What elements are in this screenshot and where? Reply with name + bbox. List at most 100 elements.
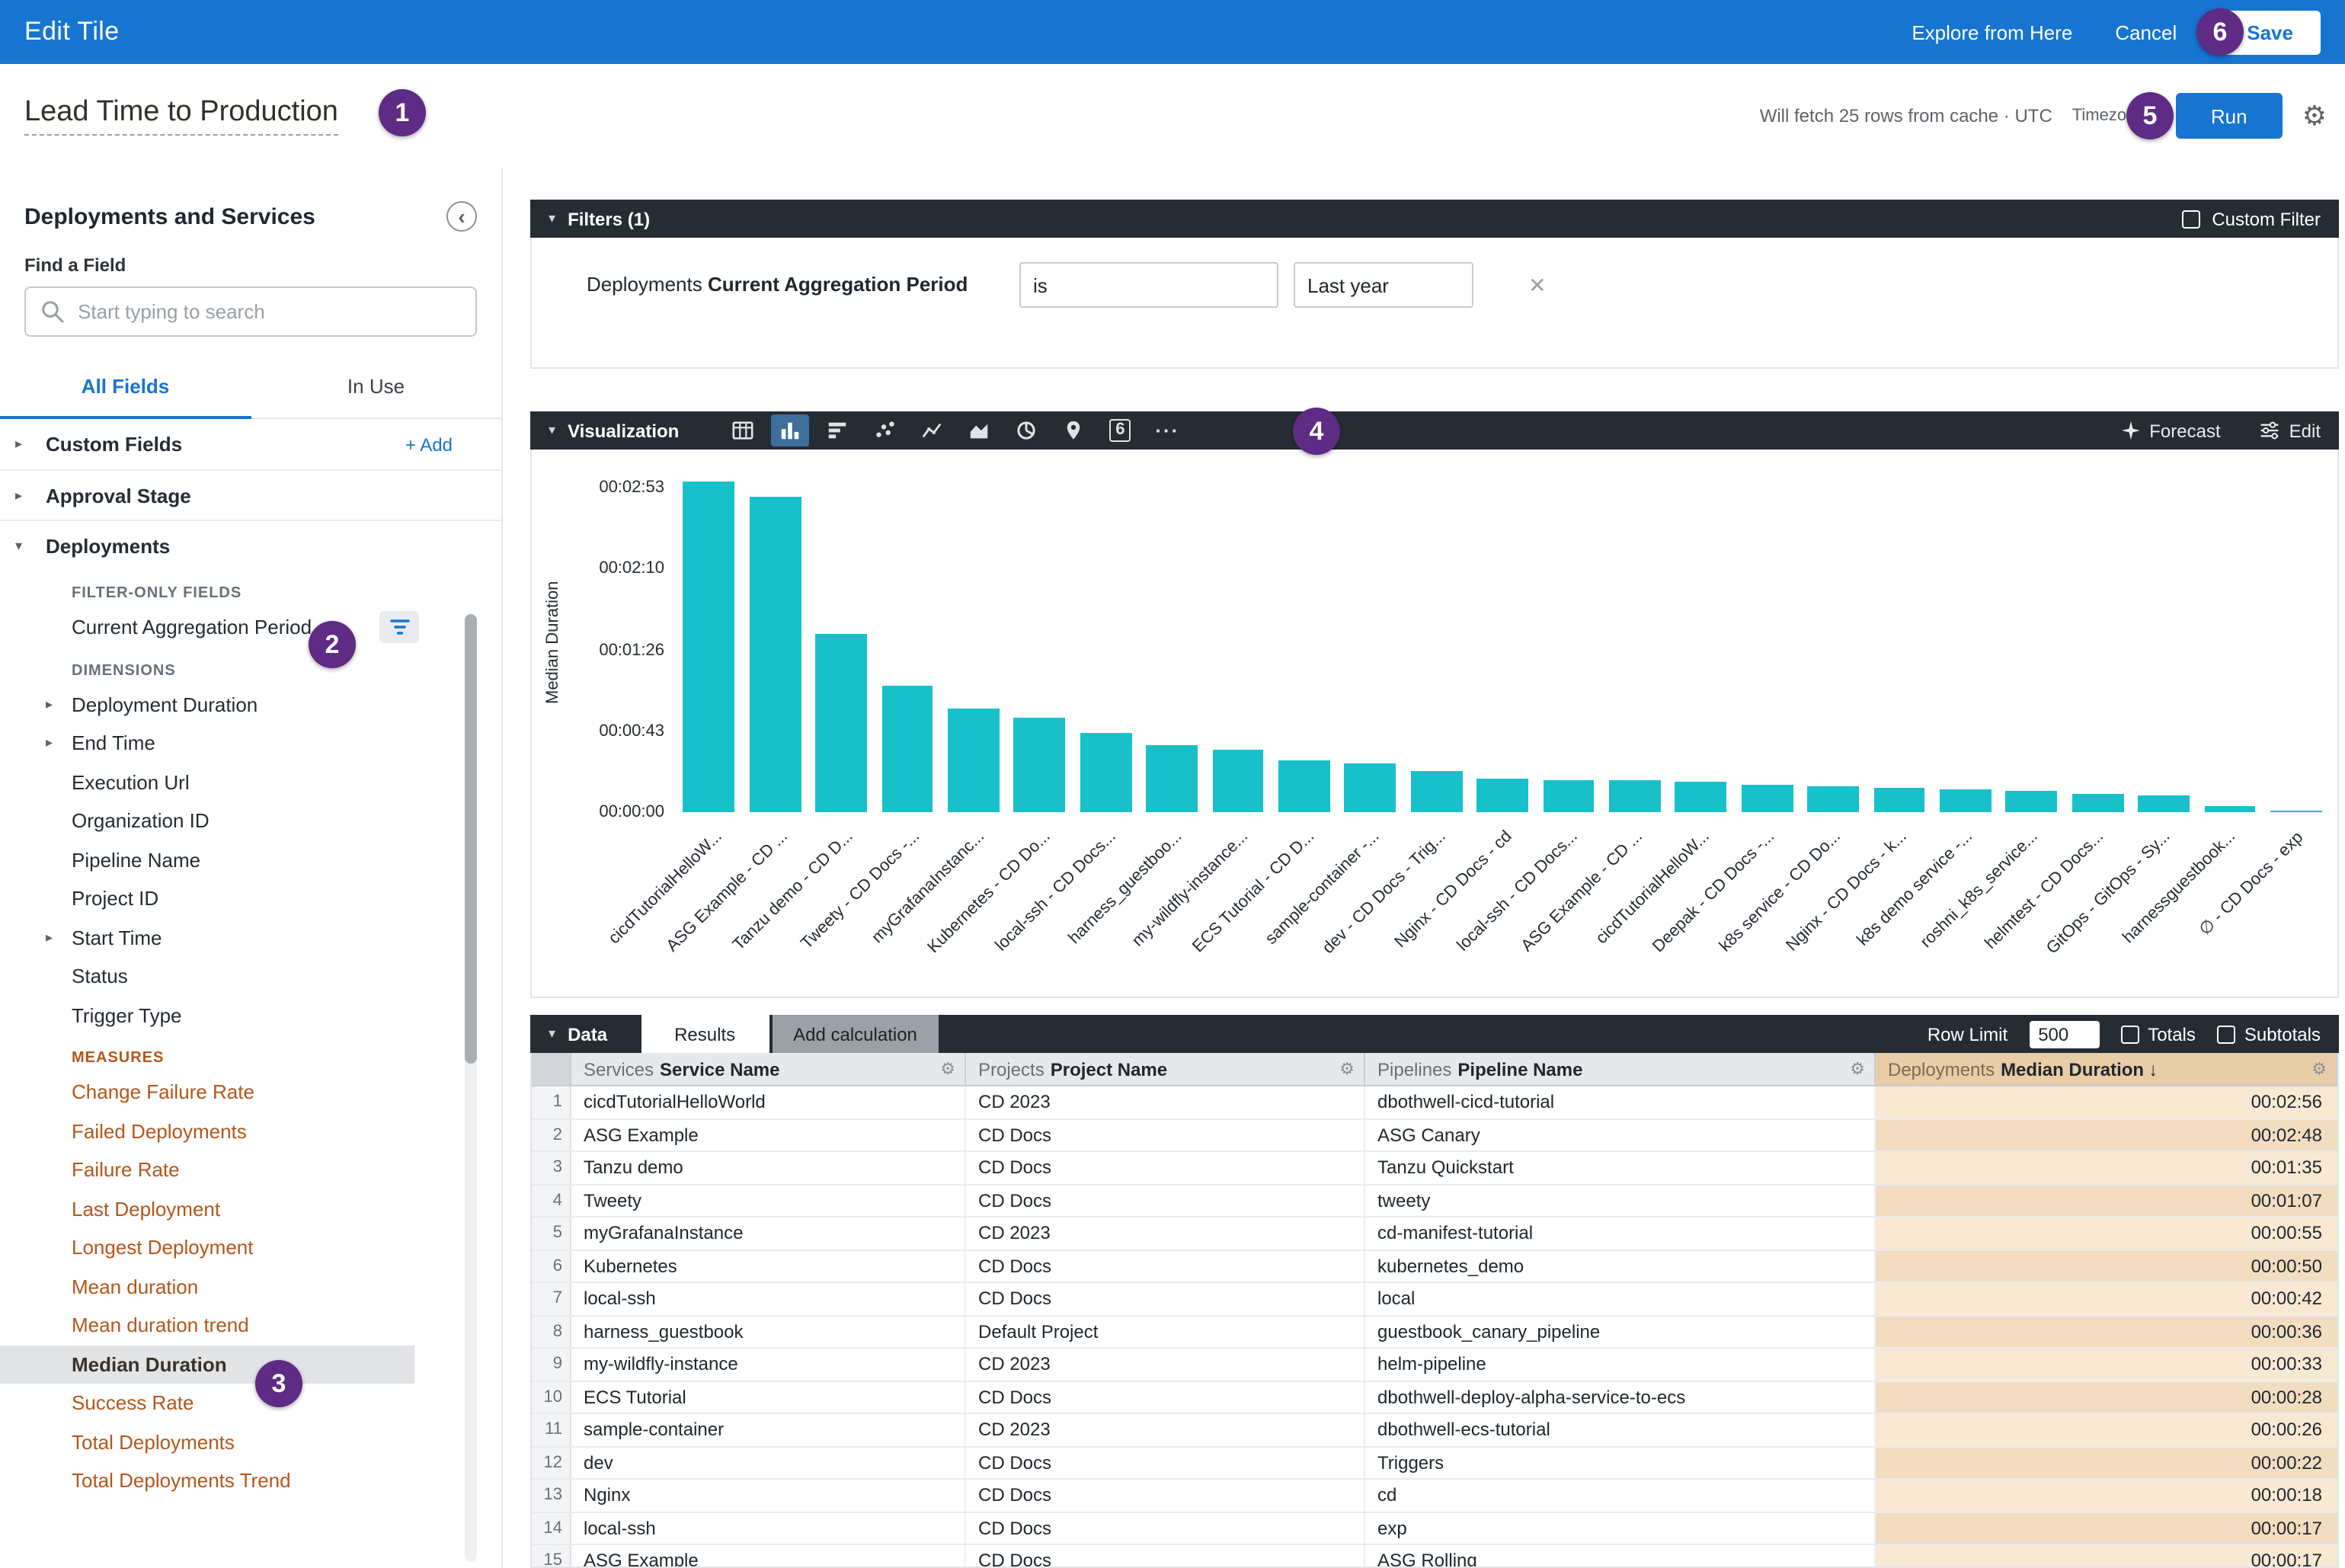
- chart-bar[interactable]: [1804, 472, 1863, 812]
- chart-bar[interactable]: [1143, 472, 1201, 812]
- chart-bar[interactable]: [1540, 472, 1598, 812]
- sidebar-field-measure[interactable]: Success Rate: [0, 1384, 501, 1422]
- sidebar-field-measure[interactable]: Total Deployments Trend: [0, 1461, 501, 1500]
- sidebar-field-measure[interactable]: Failed Deployments: [0, 1112, 501, 1150]
- viz-more-options-icon[interactable]: ···: [1148, 414, 1186, 446]
- column-gear-icon[interactable]: ⚙: [1330, 1059, 1355, 1079]
- sidebar-field-measure[interactable]: Longest Deployment: [0, 1228, 501, 1267]
- column-header-median-duration[interactable]: Deployments Median Duration ↓ ⚙: [1876, 1053, 2337, 1085]
- totals-checkbox[interactable]: [2120, 1025, 2139, 1043]
- table-row[interactable]: 4TweetyCD Docstweety00:01:07: [532, 1185, 2337, 1218]
- add-calculation-button[interactable]: Add calculation: [772, 1015, 939, 1053]
- sidebar-field-dimension[interactable]: Execution Url: [0, 763, 501, 802]
- sidebar-field-measure[interactable]: Change Failure Rate: [0, 1073, 501, 1112]
- table-row[interactable]: 14local-sshCD Docsexp00:00:17: [532, 1512, 2337, 1545]
- sidebar-field-dimension[interactable]: ▸End Time: [0, 724, 501, 763]
- table-row[interactable]: 13NginxCD Docscd00:00:18: [532, 1480, 2337, 1512]
- chart-bar[interactable]: [746, 472, 805, 812]
- chart-bar[interactable]: [944, 472, 1003, 812]
- chart-bar[interactable]: [2267, 472, 2326, 812]
- sidebar-field-measure[interactable]: Failure Rate: [0, 1150, 501, 1189]
- chart-bar[interactable]: [1605, 472, 1664, 812]
- chart-bar[interactable]: [1936, 472, 1995, 812]
- table-row[interactable]: 2ASG ExampleCD DocsASG Canary00:02:48: [532, 1119, 2337, 1152]
- sidebar-field-filter-only[interactable]: Current Aggregation Period: [0, 608, 501, 647]
- chart-bar[interactable]: [1738, 472, 1796, 812]
- forecast-button[interactable]: Forecast: [2120, 420, 2220, 441]
- chart-bar[interactable]: [1077, 472, 1135, 812]
- sidebar-field-measure[interactable]: Last Deployment: [0, 1189, 501, 1228]
- chart-bar[interactable]: [878, 472, 936, 812]
- group-deployments[interactable]: ▾ Deployments: [0, 520, 501, 570]
- settings-gear-icon[interactable]: ⚙: [2302, 102, 2327, 130]
- table-row[interactable]: 10ECS TutorialCD Docsdbothwell-deploy-al…: [532, 1381, 2337, 1414]
- table-row[interactable]: 8harness_guestbookDefault Projectguestbo…: [532, 1316, 2337, 1349]
- filter-value-input[interactable]: [1294, 262, 1473, 308]
- table-row[interactable]: 15ASG ExampleCD DocsASG Rolling00:00:17: [532, 1545, 2337, 1568]
- run-button[interactable]: Run: [2176, 93, 2283, 139]
- sidebar-field-dimension[interactable]: Project ID: [0, 879, 501, 918]
- chart-bar[interactable]: [2135, 472, 2193, 812]
- viz-map-icon[interactable]: [1054, 414, 1092, 446]
- column-header-pipeline-name[interactable]: Pipelines Pipeline Name ⚙: [1365, 1053, 1876, 1085]
- sidebar-scrollbar[interactable]: [465, 614, 477, 1562]
- caret-right-icon[interactable]: ▸: [46, 696, 72, 713]
- tab-all-fields[interactable]: All Fields: [0, 358, 251, 419]
- row-limit-input[interactable]: [2029, 1020, 2099, 1048]
- remove-filter-icon[interactable]: ✕: [1528, 262, 1546, 299]
- column-gear-icon[interactable]: ⚙: [931, 1059, 955, 1079]
- chart-bar[interactable]: [1275, 472, 1333, 812]
- table-row[interactable]: 3Tanzu demoCD DocsTanzu Quickstart00:01:…: [532, 1152, 2337, 1185]
- collapse-sidebar-icon[interactable]: ‹: [446, 201, 477, 232]
- chart-bar[interactable]: [1672, 472, 1730, 812]
- chart-bar[interactable]: [1407, 472, 1466, 812]
- cancel-button[interactable]: Cancel: [2115, 21, 2177, 43]
- field-search-input[interactable]: [24, 286, 477, 337]
- sidebar-field-measure[interactable]: Total Deployments: [0, 1422, 501, 1461]
- viz-line-chart-icon[interactable]: [912, 414, 950, 446]
- chart-bar[interactable]: [680, 472, 738, 812]
- filter-operator-select[interactable]: is: [1019, 262, 1278, 308]
- chart-bar[interactable]: [1010, 472, 1069, 812]
- tile-title-editable[interactable]: Lead Time to Production: [24, 96, 338, 136]
- sidebar-field-measure-selected[interactable]: Median Duration: [0, 1345, 414, 1384]
- chart-bar[interactable]: [2068, 472, 2127, 812]
- tab-results[interactable]: Results: [641, 1015, 769, 1053]
- subtotals-checkbox[interactable]: [2217, 1025, 2235, 1043]
- viz-area-chart-icon[interactable]: [959, 414, 997, 446]
- tab-in-use[interactable]: In Use: [251, 358, 501, 418]
- table-row[interactable]: 12devCD DocsTriggers00:00:22: [532, 1447, 2337, 1480]
- viz-pie-chart-icon[interactable]: [1006, 414, 1045, 446]
- viz-column-chart-icon[interactable]: [770, 414, 808, 446]
- viz-bar-chart-icon[interactable]: [817, 414, 856, 446]
- add-custom-field-button[interactable]: + Add: [405, 434, 486, 455]
- group-approval-stage[interactable]: ▸ Approval Stage: [0, 469, 501, 520]
- sidebar-field-measure[interactable]: Mean duration: [0, 1267, 501, 1306]
- chart-bar[interactable]: [1341, 472, 1400, 812]
- column-gear-icon[interactable]: ⚙: [1841, 1059, 1865, 1079]
- table-row[interactable]: 5myGrafanaInstanceCD 2023cd-manifest-tut…: [532, 1218, 2337, 1250]
- viz-scatter-icon[interactable]: [865, 414, 903, 446]
- viz-single-value-icon[interactable]: 6: [1101, 414, 1139, 446]
- column-header-service-name[interactable]: Services Service Name ⚙: [571, 1053, 966, 1085]
- caret-right-icon[interactable]: ▸: [46, 735, 72, 752]
- sidebar-field-dimension[interactable]: ▸Start Time: [0, 918, 501, 957]
- chart-bar[interactable]: [1473, 472, 1532, 812]
- filters-section-bar[interactable]: ▾ Filters (1) Custom Filter: [530, 200, 2339, 238]
- sidebar-field-dimension[interactable]: Organization ID: [0, 802, 501, 840]
- table-row[interactable]: 9my-wildfly-instanceCD 2023helm-pipeline…: [532, 1349, 2337, 1381]
- table-row[interactable]: 11sample-containerCD 2023dbothwell-ecs-t…: [532, 1414, 2337, 1447]
- chart-bar[interactable]: [1870, 472, 1929, 812]
- filter-by-field-button[interactable]: [379, 611, 419, 643]
- sidebar-field-dimension[interactable]: Status: [0, 957, 501, 996]
- edit-viz-button[interactable]: Edit: [2260, 420, 2321, 441]
- table-row[interactable]: 1cicdTutorialHelloWorldCD 2023dbothwell-…: [532, 1086, 2337, 1119]
- table-row[interactable]: 6KubernetesCD Docskubernetes_demo00:00:5…: [532, 1250, 2337, 1283]
- scrollbar-thumb[interactable]: [465, 614, 477, 1064]
- caret-right-icon[interactable]: ▸: [46, 930, 72, 946]
- chart-bar[interactable]: [2002, 472, 2061, 812]
- sidebar-field-measure[interactable]: Mean duration trend: [0, 1306, 501, 1345]
- table-row[interactable]: 7local-sshCD Docslocal00:00:42: [532, 1283, 2337, 1316]
- chart-bar[interactable]: [1209, 472, 1268, 812]
- chart-bar[interactable]: [812, 472, 871, 812]
